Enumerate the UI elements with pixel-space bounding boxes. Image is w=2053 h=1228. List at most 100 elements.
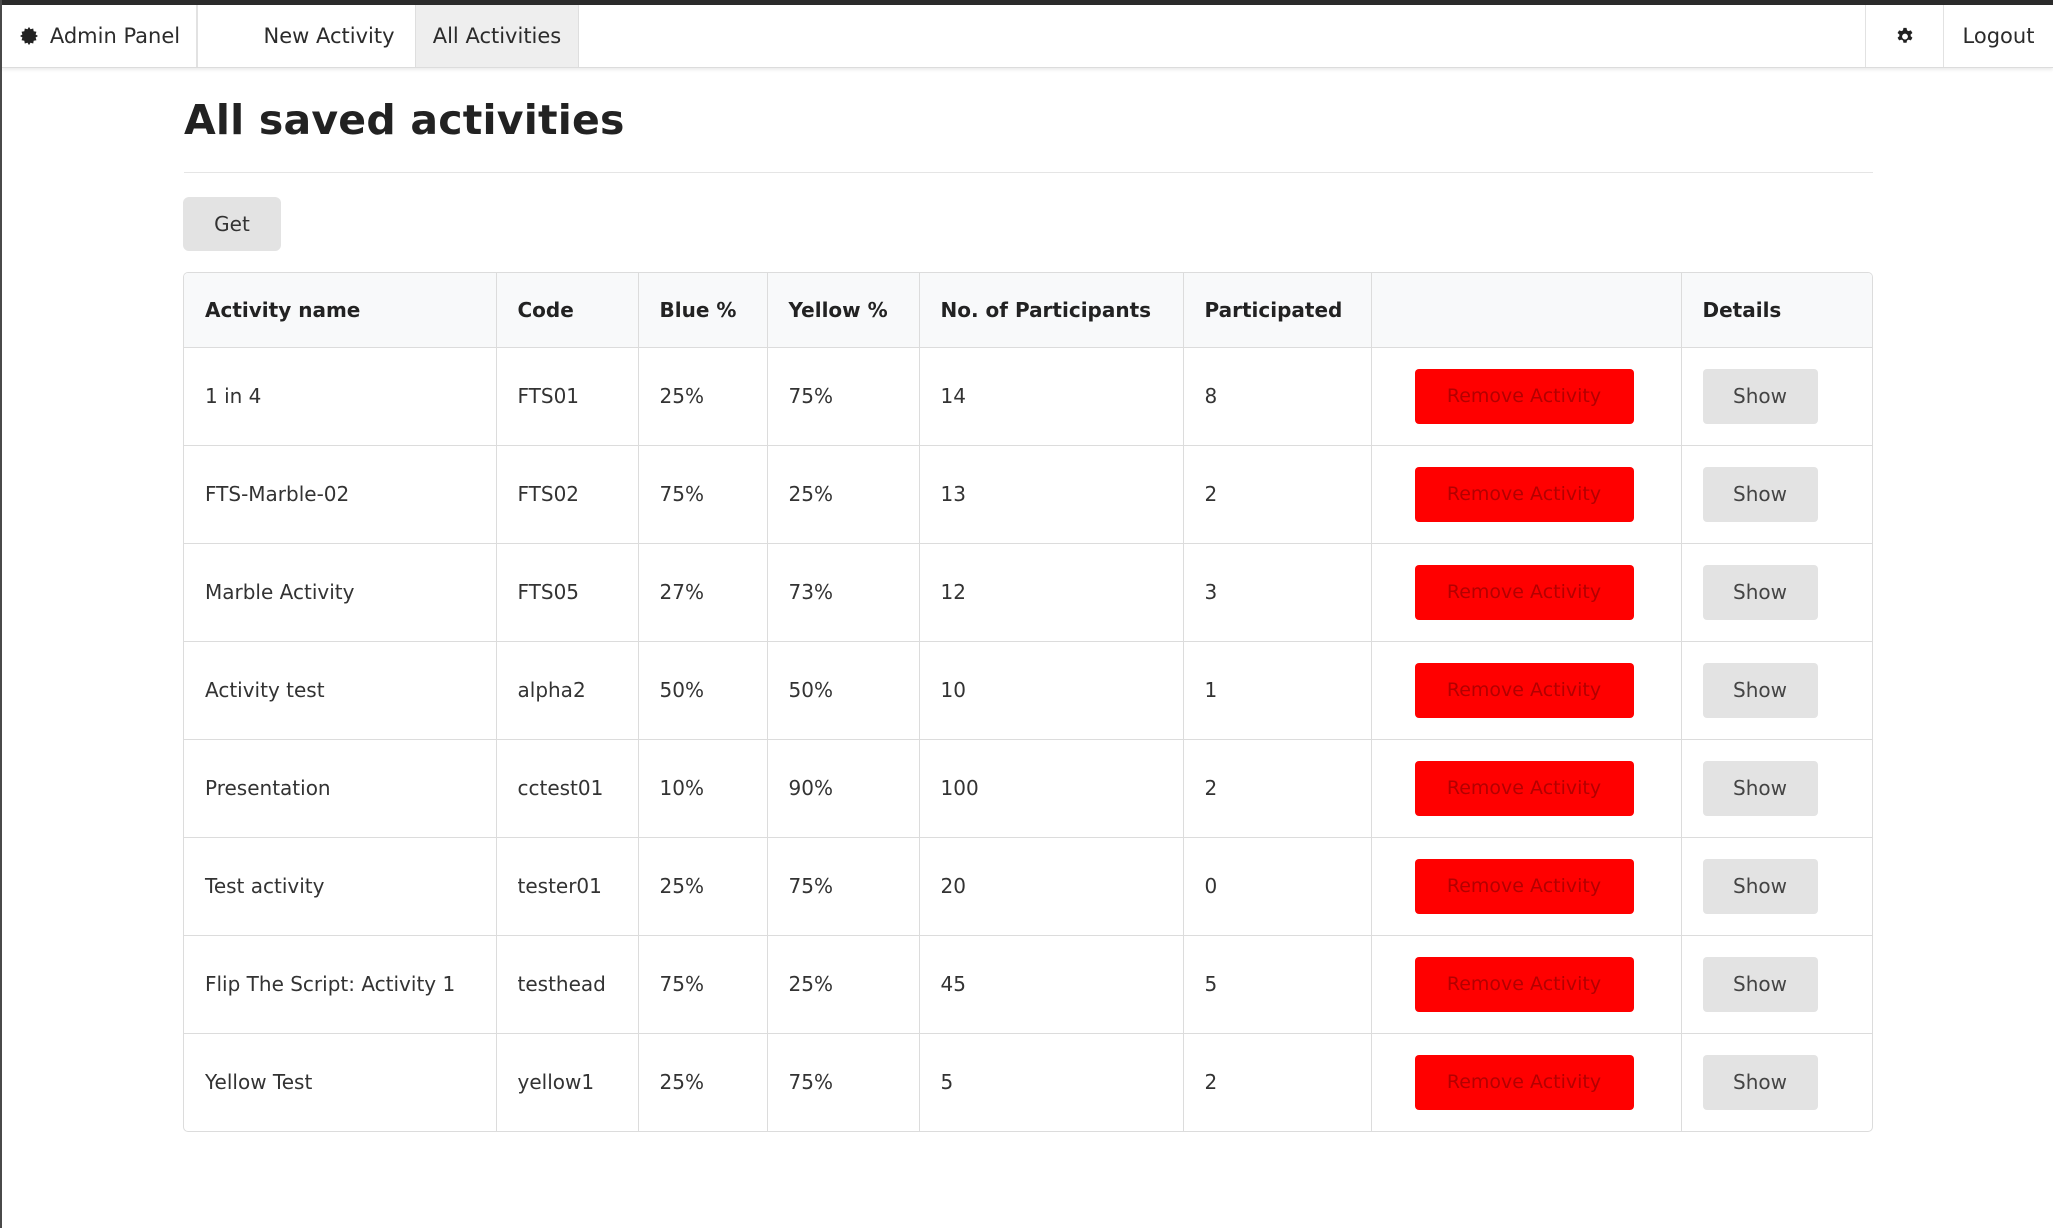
cell-yellow-percent: 75% [767, 1033, 920, 1131]
cell-yellow-percent: 25% [767, 935, 920, 1034]
table-row: Activity test alpha2 50% 50% 10 1 Remove… [184, 641, 1872, 740]
table-body: 1 in 4 FTS01 25% 75% 14 8 Remove Activit… [184, 347, 1872, 1131]
header-participated: Participated [1183, 273, 1372, 348]
settings-button[interactable] [1865, 5, 1944, 67]
cell-remove: Remove Activity [1371, 739, 1682, 838]
cell-code: FTS02 [496, 445, 639, 544]
cell-activity-name: Marble Activity [184, 543, 497, 642]
cell-code: tester01 [496, 837, 639, 936]
show-details-button[interactable]: Show [1702, 956, 1818, 1012]
cell-blue-percent: 25% [638, 1033, 768, 1131]
activities-table: Activity name Code Blue % Yellow % No. o… [183, 272, 1873, 1132]
cell-participated: 5 [1183, 935, 1372, 1034]
cell-yellow-percent: 90% [767, 739, 920, 838]
cell-remove: Remove Activity [1371, 1033, 1682, 1131]
table-row: FTS-Marble-02 FTS02 75% 25% 13 2 Remove … [184, 445, 1872, 544]
cell-participated: 8 [1183, 347, 1372, 446]
cell-participated: 3 [1183, 543, 1372, 642]
cell-participants: 12 [919, 543, 1184, 642]
brand-link[interactable]: Admin Panel [2, 5, 197, 67]
cell-yellow-percent: 75% [767, 347, 920, 446]
cell-activity-name: Yellow Test [184, 1033, 497, 1131]
remove-activity-button[interactable]: Remove Activity [1414, 956, 1634, 1012]
cell-participants: 100 [919, 739, 1184, 838]
cell-blue-percent: 27% [638, 543, 768, 642]
tab-new-activity[interactable]: New Activity [243, 5, 415, 67]
cell-participated: 2 [1183, 1033, 1372, 1131]
header-participants: No. of Participants [919, 273, 1184, 348]
cell-remove: Remove Activity [1371, 641, 1682, 740]
cell-participants: 10 [919, 641, 1184, 740]
cell-code: testhead [496, 935, 639, 1034]
cell-participants: 5 [919, 1033, 1184, 1131]
cell-yellow-percent: 73% [767, 543, 920, 642]
cell-code: alpha2 [496, 641, 639, 740]
cell-participants: 14 [919, 347, 1184, 446]
show-details-button[interactable]: Show [1702, 1054, 1818, 1110]
cell-code: FTS05 [496, 543, 639, 642]
header-activity-name: Activity name [184, 273, 497, 348]
cell-blue-percent: 50% [638, 641, 768, 740]
table-row: 1 in 4 FTS01 25% 75% 14 8 Remove Activit… [184, 347, 1872, 446]
cell-blue-percent: 75% [638, 445, 768, 544]
header-blue-percent: Blue % [638, 273, 768, 348]
cell-remove: Remove Activity [1371, 837, 1682, 936]
remove-activity-button[interactable]: Remove Activity [1414, 466, 1634, 522]
page-title: All saved activities [184, 96, 625, 144]
show-details-button[interactable]: Show [1702, 368, 1818, 424]
remove-activity-button[interactable]: Remove Activity [1414, 368, 1634, 424]
cell-details: Show [1681, 641, 1872, 740]
cell-blue-percent: 25% [638, 347, 768, 446]
window-left-border [0, 0, 2, 1228]
logout-link[interactable]: Logout [1944, 5, 2053, 67]
get-button[interactable]: Get [183, 197, 281, 251]
remove-activity-button[interactable]: Remove Activity [1414, 662, 1634, 718]
remove-activity-button[interactable]: Remove Activity [1414, 1054, 1634, 1110]
cell-remove: Remove Activity [1371, 935, 1682, 1034]
cell-yellow-percent: 50% [767, 641, 920, 740]
cell-blue-percent: 25% [638, 837, 768, 936]
header-code: Code [496, 273, 639, 348]
cell-yellow-percent: 25% [767, 445, 920, 544]
top-navbar: Admin Panel New Activity All Activities … [2, 5, 2053, 68]
cell-remove: Remove Activity [1371, 543, 1682, 642]
cell-remove: Remove Activity [1371, 445, 1682, 544]
cell-blue-percent: 10% [638, 739, 768, 838]
remove-activity-button[interactable]: Remove Activity [1414, 760, 1634, 816]
cell-details: Show [1681, 347, 1872, 446]
show-details-button[interactable]: Show [1702, 466, 1818, 522]
show-details-button[interactable]: Show [1702, 760, 1818, 816]
header-actions [1371, 273, 1682, 348]
cell-participants: 13 [919, 445, 1184, 544]
cell-details: Show [1681, 445, 1872, 544]
cell-participants: 45 [919, 935, 1184, 1034]
cell-activity-name: Activity test [184, 641, 497, 740]
show-details-button[interactable]: Show [1702, 858, 1818, 914]
remove-activity-button[interactable]: Remove Activity [1414, 564, 1634, 620]
cell-details: Show [1681, 1033, 1872, 1131]
cell-activity-name: Test activity [184, 837, 497, 936]
table-row: Flip The Script: Activity 1 testhead 75%… [184, 935, 1872, 1034]
cell-activity-name: Flip The Script: Activity 1 [184, 935, 497, 1034]
gear-icon [19, 26, 38, 46]
cell-yellow-percent: 75% [767, 837, 920, 936]
cell-code: yellow1 [496, 1033, 639, 1131]
cell-details: Show [1681, 739, 1872, 838]
cell-activity-name: Presentation [184, 739, 497, 838]
cell-participated: 0 [1183, 837, 1372, 936]
cell-activity-name: 1 in 4 [184, 347, 497, 446]
cell-activity-name: FTS-Marble-02 [184, 445, 497, 544]
table-row: Yellow Test yellow1 25% 75% 5 2 Remove A… [184, 1033, 1872, 1131]
remove-activity-button[interactable]: Remove Activity [1414, 858, 1634, 914]
table-row: Test activity tester01 25% 75% 20 0 Remo… [184, 837, 1872, 936]
cell-participated: 1 [1183, 641, 1372, 740]
show-details-button[interactable]: Show [1702, 564, 1818, 620]
brand-label: Admin Panel [49, 24, 181, 48]
gear-icon [1897, 27, 1912, 43]
title-divider [184, 172, 1873, 173]
show-details-button[interactable]: Show [1702, 662, 1818, 718]
nav-divider [197, 5, 198, 67]
tab-all-activities[interactable]: All Activities [415, 5, 579, 67]
header-details: Details [1681, 273, 1872, 348]
header-yellow-percent: Yellow % [767, 273, 920, 348]
